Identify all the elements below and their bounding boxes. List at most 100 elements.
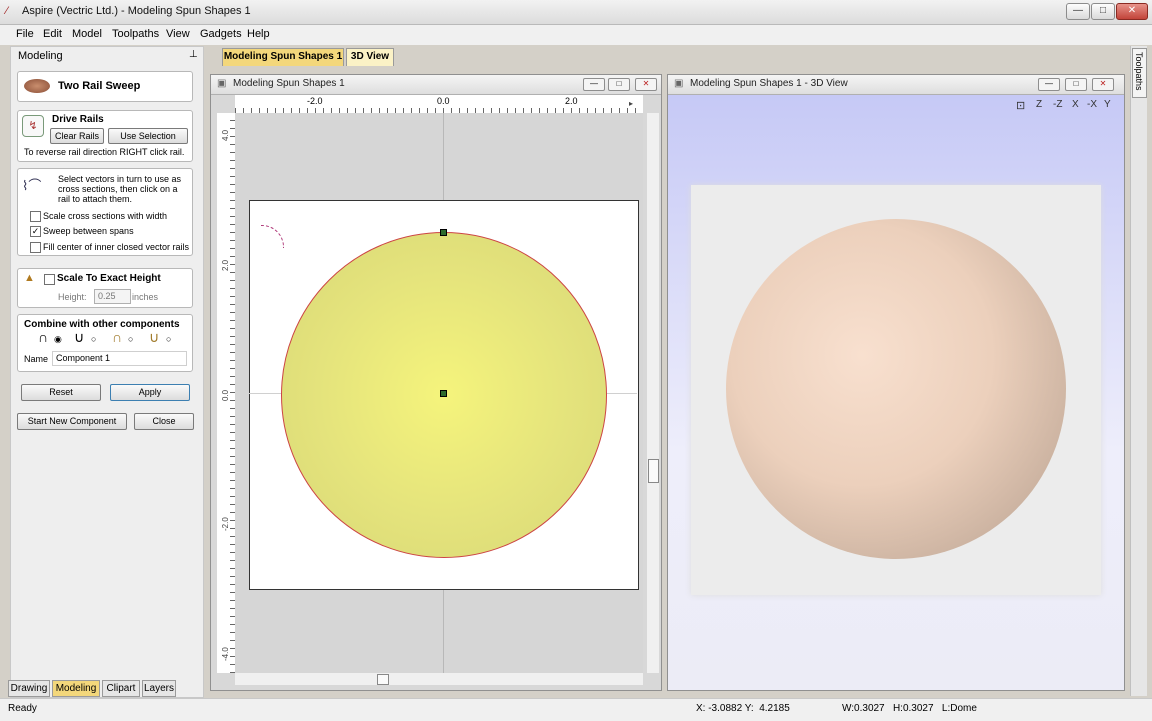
3d-dome-shape — [726, 219, 1066, 559]
combine-add-icon[interactable]: ∩ — [38, 329, 48, 345]
horizontal-scrollbar[interactable] — [235, 673, 643, 685]
scale-height-section: ▲ Scale To Exact Height Height: 0.25 inc… — [17, 268, 193, 308]
menu-help[interactable]: Help — [247, 28, 270, 40]
view-3d-maximize-button[interactable]: □ — [1065, 78, 1087, 91]
view-2d-maximize-button[interactable]: □ — [608, 78, 630, 91]
rail-node-handle[interactable] — [440, 229, 447, 236]
toolpaths-strip: Toolpaths — [1130, 46, 1147, 696]
view-y-icon[interactable]: Y — [1104, 99, 1111, 110]
component-name-input[interactable]: Component 1 — [52, 351, 187, 366]
height-unit: inches — [132, 292, 159, 302]
tab-3d-view[interactable]: 3D View — [346, 48, 394, 66]
h-ruler-tick: 0.0 — [437, 96, 450, 106]
combine-subtract-radio[interactable]: ○ — [91, 334, 96, 344]
cross-sections-hint: Select vectors in turn to use as cross s… — [58, 174, 182, 204]
scale-cross-sections-checkbox[interactable] — [30, 211, 41, 222]
use-selection-button[interactable]: Use Selection — [108, 128, 188, 144]
h-ruler-tick: 2.0 — [565, 96, 578, 106]
view-neg-x-icon[interactable]: -X — [1087, 99, 1097, 110]
drive-rails-label: Drive Rails — [52, 114, 104, 125]
scale-height-checkbox[interactable] — [44, 274, 55, 285]
view-3d-window: Modeling Spun Shapes 1 - 3D View ▣ — □ ✕… — [667, 74, 1125, 691]
toolpaths-tab-label: Toolpaths — [1134, 52, 1144, 91]
height-input[interactable]: 0.25 — [94, 289, 131, 304]
tool-header: Two Rail Sweep — [17, 71, 193, 102]
window-title: Aspire (Vectric Ltd.) - Modeling Spun Sh… — [22, 5, 251, 17]
combine-merge-radio[interactable]: ○ — [128, 334, 133, 344]
view-neg-z-icon[interactable]: -Z — [1053, 99, 1062, 110]
combine-add-radio[interactable]: ◉ — [54, 334, 62, 345]
menu-edit[interactable]: Edit — [43, 28, 62, 40]
view-2d-icon: ▣ — [217, 78, 227, 89]
maximize-button[interactable]: □ — [1091, 3, 1115, 20]
menu-bar: File Edit Model Toolpaths View Gadgets H… — [0, 25, 1152, 45]
fill-center-label: Fill center of inner closed vector rails — [43, 242, 190, 252]
panel-title: Modeling — [18, 50, 63, 62]
view-x-icon[interactable]: X — [1072, 99, 1079, 110]
drive-rails-section: ↯ Drive Rails Clear Rails Use Selection … — [17, 110, 193, 162]
tool-title: Two Rail Sweep — [58, 80, 141, 92]
view-z-icon[interactable]: Z — [1036, 99, 1042, 110]
horizontal-scroll-thumb[interactable] — [377, 674, 389, 685]
combine-section: Combine with other components ∩ ◉ ∪ ○ ∩ … — [17, 314, 193, 372]
view-3d-close-button[interactable]: ✕ — [1092, 78, 1114, 91]
sweep-between-spans-checkbox[interactable]: ✓ — [30, 226, 41, 237]
clear-rails-button[interactable]: Clear Rails — [50, 128, 104, 144]
reset-button[interactable]: Reset — [21, 384, 101, 401]
menu-toolpaths[interactable]: Toolpaths — [112, 28, 159, 40]
menu-gadgets[interactable]: Gadgets — [200, 28, 242, 40]
menu-file[interactable]: File — [16, 28, 34, 40]
pin-icon[interactable]: ⊥ — [189, 49, 198, 60]
name-label: Name — [24, 354, 49, 364]
sweep-between-spans-label: Sweep between spans — [43, 226, 134, 236]
scroll-right-arrow-icon[interactable]: ▸ — [629, 99, 633, 108]
toolpaths-tab[interactable]: Toolpaths — [1132, 48, 1147, 98]
vertical-scrollbar[interactable] — [647, 113, 659, 673]
view-2d-title: Modeling Spun Shapes 1 — [233, 78, 345, 89]
status-ready: Ready — [8, 703, 37, 714]
status-bar: Ready X: -3.0882 Y: 4.2185 W:0.3027 H:0.… — [0, 698, 1152, 721]
height-icon: ▲ — [24, 272, 35, 284]
center-node-handle[interactable] — [440, 390, 447, 397]
v-ruler-tick: 2.0 — [221, 259, 230, 271]
view-3d-minimize-button[interactable]: — — [1038, 78, 1060, 91]
app-icon: ⁄ — [6, 5, 8, 17]
tab-clipart[interactable]: Clipart — [102, 680, 140, 697]
menu-view[interactable]: View — [166, 28, 190, 40]
combine-subtract-icon[interactable]: ∪ — [74, 329, 84, 346]
combine-low-icon[interactable]: ∪ — [149, 329, 159, 346]
view-3d-icon: ▣ — [674, 78, 684, 89]
start-new-component-button[interactable]: Start New Component — [17, 413, 127, 430]
vertical-scroll-thumb[interactable] — [648, 459, 659, 483]
view-3d-title: Modeling Spun Shapes 1 - 3D View — [690, 78, 848, 89]
combine-low-radio[interactable]: ○ — [166, 334, 171, 344]
v-ruler-tick: -2.0 — [221, 517, 230, 531]
3d-viewport[interactable]: ⊡ Z -Z X -X Y — [668, 95, 1124, 690]
view-2d-close-button[interactable]: ✕ — [635, 78, 657, 91]
zoom-all-icon[interactable]: ⊡ — [1016, 99, 1025, 112]
menu-model[interactable]: Model — [72, 28, 102, 40]
view-2d-minimize-button[interactable]: — — [583, 78, 605, 91]
fill-center-checkbox[interactable] — [30, 242, 41, 253]
h-ruler-tick: -2.0 — [307, 96, 323, 106]
title-bar: ⁄ Aspire (Vectric Ltd.) - Modeling Spun … — [0, 0, 1152, 25]
height-label: Height: — [58, 292, 87, 302]
cursor-coordinates: X: -3.0882 Y: 4.2185 — [696, 703, 790, 714]
cross-sections-section: ⌇⌒ Select vectors in turn to use as cros… — [17, 168, 193, 256]
v-ruler-tick: 0.0 — [221, 389, 230, 401]
close-window-button[interactable]: ✕ — [1116, 3, 1148, 20]
drawing-canvas[interactable] — [235, 113, 643, 673]
v-ruler-tick: 4.0 — [221, 129, 230, 141]
close-button[interactable]: Close — [134, 413, 194, 430]
tab-drawing[interactable]: Drawing — [8, 680, 50, 697]
sweep-tool-icon — [24, 79, 50, 93]
tab-layers[interactable]: Layers — [142, 680, 176, 697]
reverse-rail-hint: To reverse rail direction RIGHT click ra… — [24, 147, 185, 157]
combine-merge-icon[interactable]: ∩ — [112, 329, 122, 345]
apply-button[interactable]: Apply — [110, 384, 190, 401]
tab-modeling-spun-shapes[interactable]: Modeling Spun Shapes 1 — [222, 48, 344, 66]
tab-modeling[interactable]: Modeling — [52, 680, 100, 697]
selection-size: W:0.3027 H:0.3027 L:Dome — [842, 703, 977, 714]
rail-icon: ↯ — [22, 115, 44, 137]
minimize-button[interactable]: — — [1066, 3, 1090, 20]
